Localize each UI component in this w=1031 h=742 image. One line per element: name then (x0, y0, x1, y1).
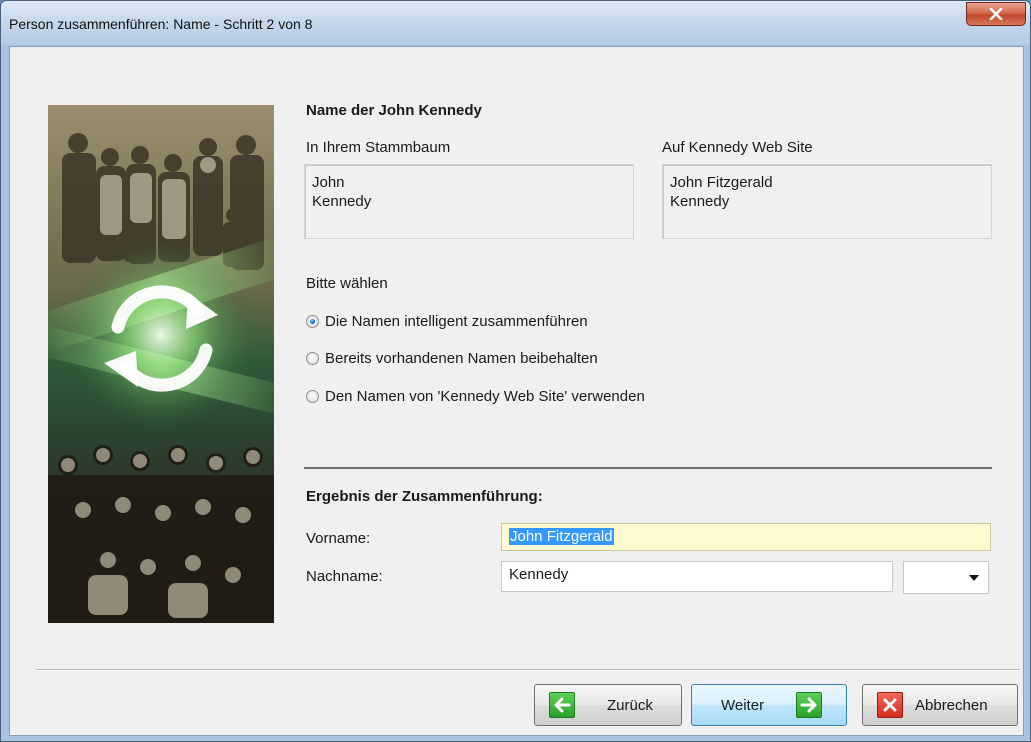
window-title: Person zusammenführen: Name - Schritt 2 … (9, 16, 313, 32)
chevron-down-icon (969, 575, 979, 581)
title-bar[interactable]: Person zusammenführen: Name - Schritt 2 … (1, 1, 1030, 45)
website-first-name: John Fitzgerald (670, 174, 773, 191)
back-label: Zurück (607, 696, 653, 714)
website-name-box: John Fitzgerald Kennedy (662, 164, 992, 239)
cancel-x-icon (877, 692, 903, 718)
option-label: Die Namen intelligent zusammenführen (325, 313, 588, 330)
family-photo-banner (48, 105, 274, 623)
dialog-content: Name der John Kennedy In Ihrem Stammbaum… (9, 46, 1024, 736)
tree-name-box: John Kennedy (304, 164, 634, 239)
radio-button[interactable] (306, 315, 319, 328)
option-label: Bereits vorhandenen Namen beibehalten (325, 350, 598, 367)
last-name-input[interactable]: Kennedy (501, 561, 893, 592)
first-name-label: Vorname: (306, 530, 371, 547)
website-name-label: Auf Kennedy Web Site (662, 139, 813, 156)
option-label: Den Namen von 'Kennedy Web Site' verwend… (325, 388, 645, 405)
radio-button[interactable] (306, 352, 319, 365)
tree-name-label: In Ihrem Stammbaum (306, 139, 451, 156)
footer-divider (36, 669, 1020, 670)
arrow-left-icon (549, 692, 575, 718)
close-icon (989, 8, 1003, 20)
radio-button[interactable] (306, 390, 319, 403)
website-last-name: Kennedy (670, 193, 730, 210)
name-section-heading: Name der John Kennedy (306, 102, 482, 119)
tree-first-name: John (312, 174, 345, 191)
option-keep-existing[interactable]: Bereits vorhandenen Namen beibehalten (306, 350, 598, 367)
next-button[interactable]: Weiter (691, 684, 847, 726)
tree-last-name: Kennedy (312, 193, 372, 210)
last-name-value: Kennedy (509, 566, 569, 583)
next-label: Weiter (721, 696, 765, 714)
option-merge-intelligent[interactable]: Die Namen intelligent zusammenführen (306, 313, 588, 330)
result-heading: Ergebnis der Zusammenführung: (306, 488, 543, 505)
family-photo-image (48, 105, 274, 623)
last-name-label: Nachname: (306, 568, 383, 585)
arrow-right-icon (796, 692, 823, 718)
first-name-input[interactable]: John Fitzgerald (501, 523, 991, 551)
section-divider (304, 467, 992, 469)
suffix-dropdown[interactable] (903, 561, 989, 594)
back-button[interactable]: Zurück (534, 684, 682, 726)
close-button[interactable] (966, 2, 1026, 26)
option-use-website[interactable]: Den Namen von 'Kennedy Web Site' verwend… (306, 388, 645, 405)
cancel-label: Abbrechen (915, 696, 988, 714)
choice-prompt: Bitte wählen (306, 275, 388, 292)
first-name-value: John Fitzgerald (509, 528, 614, 545)
dialog-window: Person zusammenführen: Name - Schritt 2 … (0, 0, 1031, 742)
cancel-button[interactable]: Abbrechen (862, 684, 1018, 726)
